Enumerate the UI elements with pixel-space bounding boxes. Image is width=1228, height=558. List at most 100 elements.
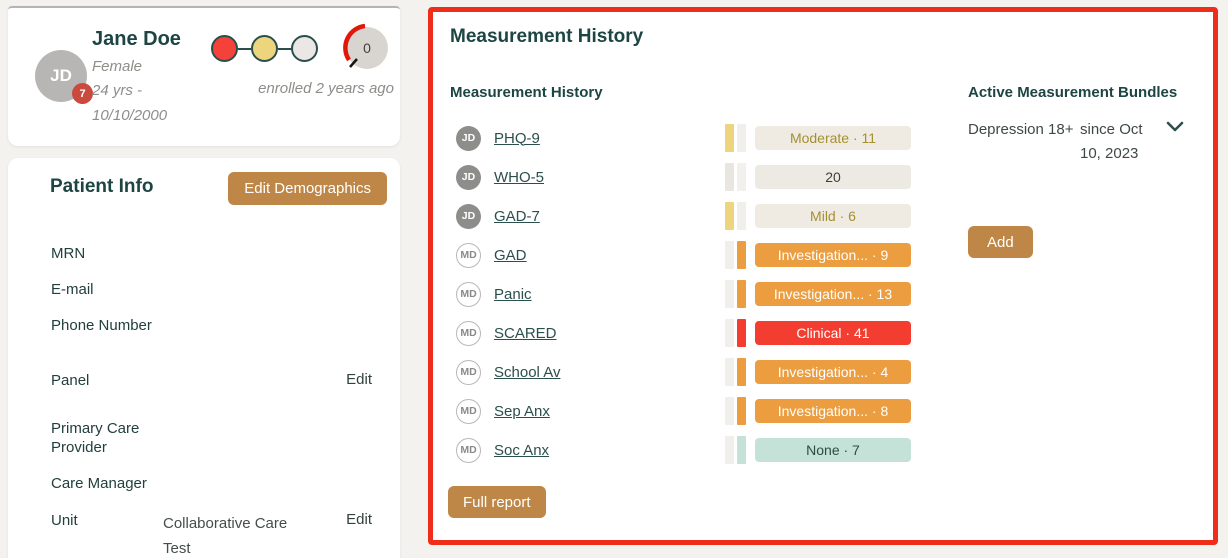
score-bar-segment bbox=[725, 436, 734, 464]
since-label: since bbox=[1080, 121, 1116, 138]
score-history-strip bbox=[725, 280, 746, 308]
measurement-list-title: Measurement History bbox=[450, 84, 603, 101]
field-row-unit: Unit Collaborative Care Test Edit bbox=[51, 511, 380, 558]
field-value: Collaborative Care Test bbox=[163, 515, 288, 557]
measurement-row-school-av: MD School Av Investigation... · 4 bbox=[456, 358, 1198, 386]
status-dot-red bbox=[211, 35, 238, 62]
measurement-row-panic: MD Panic Investigation... · 13 bbox=[456, 280, 1198, 308]
severity-badge: Investigation... · 4 bbox=[755, 360, 911, 384]
score-bar-segment bbox=[725, 202, 734, 230]
measurement-row-who5: JD WHO-5 20 bbox=[456, 163, 1198, 191]
score-bar-segment bbox=[725, 358, 734, 386]
score-history-strip bbox=[725, 319, 746, 347]
score-bar-segment bbox=[737, 358, 746, 386]
severity-badge: Investigation... · 9 bbox=[755, 243, 911, 267]
score-bar-segment bbox=[737, 163, 746, 191]
field-label: Phone Number bbox=[51, 317, 152, 334]
patient-summary-card: JD 7 Jane Doe Female 24 yrs - 10/10/2000… bbox=[8, 6, 400, 146]
status-dots bbox=[211, 35, 318, 62]
bundle-name: Depression 18+ bbox=[968, 121, 1074, 138]
chevron-down-icon[interactable] bbox=[1166, 121, 1184, 133]
measure-link-who5[interactable]: WHO-5 bbox=[494, 169, 544, 186]
score-bar-segment bbox=[737, 202, 746, 230]
field-row-email: E-mail bbox=[51, 280, 380, 299]
field-label: MRN bbox=[51, 245, 86, 262]
score-bar-segment bbox=[725, 319, 734, 347]
score-history-strip bbox=[725, 358, 746, 386]
field-label: E-mail bbox=[51, 281, 94, 298]
measurement-row-sep-anx: MD Sep Anx Investigation... · 8 bbox=[456, 397, 1198, 425]
score-bar-segment bbox=[725, 280, 734, 308]
score-history-strip bbox=[725, 124, 746, 152]
field-label: Primary Care Provider bbox=[51, 420, 140, 456]
patient-dob: 10/10/2000 bbox=[92, 107, 168, 124]
measure-link-sep-anx[interactable]: Sep Anx bbox=[494, 403, 550, 420]
edit-panel-link[interactable]: Edit bbox=[346, 371, 372, 388]
gauge-value: 0 bbox=[363, 40, 371, 56]
rater-avatar: MD bbox=[456, 281, 481, 307]
field-row-mrn: MRN bbox=[51, 244, 380, 263]
severity-badge: Mild · 6 bbox=[755, 204, 911, 228]
measurement-row-gad: MD GAD Investigation... · 9 bbox=[456, 241, 1198, 269]
field-label: Care Manager bbox=[51, 475, 147, 492]
add-bundle-button[interactable]: Add bbox=[968, 226, 1033, 258]
notification-count-badge: 7 bbox=[72, 83, 93, 104]
score-bar-segment bbox=[737, 436, 746, 464]
patient-age: 24 yrs - bbox=[92, 82, 143, 99]
measurement-row-soc-anx: MD Soc Anx None · 7 bbox=[456, 436, 1198, 464]
patient-info-card: Patient Info Edit Demographics MRN E-mai… bbox=[8, 158, 400, 558]
field-label: Unit bbox=[51, 512, 78, 529]
status-dot-empty bbox=[291, 35, 318, 62]
score-bar-segment bbox=[725, 397, 734, 425]
severity-badge: Clinical · 41 bbox=[755, 321, 911, 345]
field-row-phone: Phone Number bbox=[51, 316, 380, 335]
measurement-row-gad7: JD GAD-7 Mild · 6 bbox=[456, 202, 1198, 230]
measure-link-soc-anx[interactable]: Soc Anx bbox=[494, 442, 549, 459]
score-bar-segment bbox=[737, 280, 746, 308]
score-gauge: 0 bbox=[343, 23, 388, 69]
score-history-strip bbox=[725, 436, 746, 464]
measurement-history-panel: Measurement History Measurement History … bbox=[428, 7, 1218, 545]
rater-avatar: MD bbox=[456, 242, 481, 268]
score-history-strip bbox=[725, 202, 746, 230]
full-report-button[interactable]: Full report bbox=[448, 486, 546, 518]
avatar-initials: JD bbox=[50, 66, 72, 85]
severity-badge: None · 7 bbox=[755, 438, 911, 462]
score-bar-segment bbox=[737, 397, 746, 425]
rater-avatar: JD bbox=[456, 203, 481, 229]
patient-sex: Female bbox=[92, 58, 143, 75]
measurement-row-scared: MD SCARED Clinical · 41 bbox=[456, 319, 1198, 347]
rater-avatar: JD bbox=[456, 164, 481, 190]
rater-avatar: JD bbox=[456, 125, 481, 151]
patient-info-title: Patient Info bbox=[50, 176, 154, 197]
measure-link-phq9[interactable]: PHQ-9 bbox=[494, 130, 540, 147]
severity-badge: Investigation... · 13 bbox=[755, 282, 911, 306]
field-row-pcp: Primary Care Provider bbox=[51, 419, 380, 457]
severity-badge: Moderate · 11 bbox=[755, 126, 911, 150]
bundles-title: Active Measurement Bundles bbox=[968, 84, 1178, 101]
measure-link-panic[interactable]: Panic bbox=[494, 286, 532, 303]
measure-link-scared[interactable]: SCARED bbox=[494, 325, 557, 342]
field-row-care-manager: Care Manager bbox=[51, 474, 380, 493]
score-bar-segment bbox=[725, 124, 734, 152]
rater-avatar: MD bbox=[456, 398, 481, 424]
score-history-strip bbox=[725, 163, 746, 191]
score-bar-segment bbox=[737, 241, 746, 269]
score-bar-segment bbox=[725, 241, 734, 269]
severity-badge: Investigation... · 8 bbox=[755, 399, 911, 423]
field-label: Panel bbox=[51, 372, 90, 389]
measure-link-gad7[interactable]: GAD-7 bbox=[494, 208, 540, 225]
severity-badge: 20 bbox=[755, 165, 911, 189]
bundle-row: Depression 18+ since Oct 10, 2023 bbox=[968, 118, 1184, 166]
status-dot-yellow bbox=[251, 35, 278, 62]
bundle-since: since Oct 10, 2023 bbox=[1080, 118, 1152, 166]
rater-avatar: MD bbox=[456, 359, 481, 385]
rater-avatar: MD bbox=[456, 320, 481, 346]
score-bar-segment bbox=[737, 319, 746, 347]
edit-demographics-button[interactable]: Edit Demographics bbox=[228, 172, 387, 205]
edit-unit-link[interactable]: Edit bbox=[346, 511, 372, 528]
measure-link-gad[interactable]: GAD bbox=[494, 247, 527, 264]
dot-connector bbox=[238, 47, 251, 50]
measure-link-school-av[interactable]: School Av bbox=[494, 364, 560, 381]
enrolled-text: enrolled 2 years ago bbox=[258, 80, 394, 97]
